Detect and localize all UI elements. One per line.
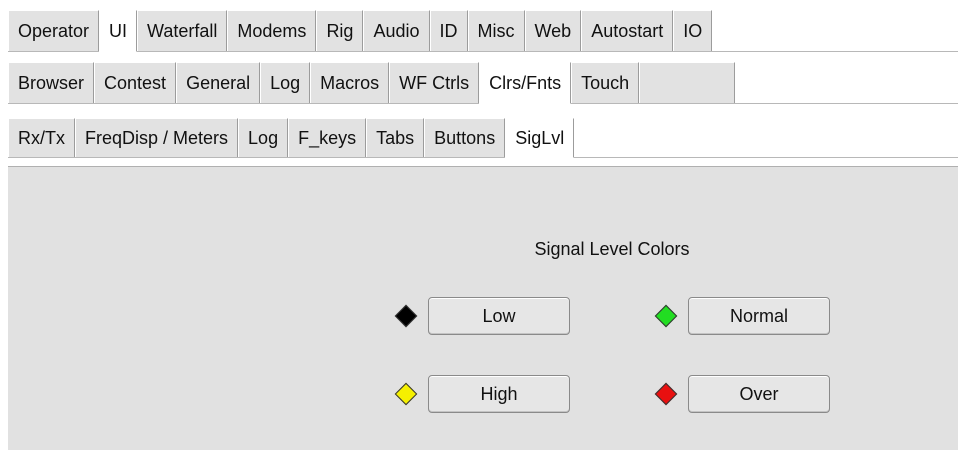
tab-clrs-fnts[interactable]: Clrs/Fnts <box>479 62 572 104</box>
tab-freqdisp-meters[interactable]: FreqDisp / Meters <box>75 118 239 157</box>
tab-ui[interactable]: UI <box>99 10 138 52</box>
tab-waterfall[interactable]: Waterfall <box>137 10 228 51</box>
high-color-control: High <box>394 375 570 413</box>
tab-bar-filler <box>639 62 736 103</box>
normal-color-swatch-icon <box>654 304 678 328</box>
tab-browser[interactable]: Browser <box>8 62 95 103</box>
tab-macros[interactable]: Macros <box>310 62 390 103</box>
tab-rx-tx[interactable]: Rx/Tx <box>8 118 75 157</box>
tab-bar-main: Operator UI Waterfall Modems Rig Audio I… <box>8 10 958 52</box>
over-color-button[interactable]: Over <box>688 375 830 413</box>
tab-io[interactable]: IO <box>673 10 713 51</box>
tab-web[interactable]: Web <box>524 10 582 51</box>
low-color-control: Low <box>394 297 570 335</box>
tab-touch[interactable]: Touch <box>571 62 640 103</box>
over-color-control: Over <box>654 375 830 413</box>
tab-id[interactable]: ID <box>429 10 468 51</box>
tab-contest[interactable]: Contest <box>94 62 177 103</box>
normal-color-button[interactable]: Normal <box>688 297 830 335</box>
tab-misc[interactable]: Misc <box>467 10 525 51</box>
tab-modems[interactable]: Modems <box>227 10 317 51</box>
tab-operator[interactable]: Operator <box>8 10 100 51</box>
tab-rig[interactable]: Rig <box>316 10 364 51</box>
tab-log[interactable]: Log <box>260 62 311 103</box>
high-color-button[interactable]: High <box>428 375 570 413</box>
signal-level-colors-title: Signal Level Colors <box>534 239 690 259</box>
tab-bar-ui: Browser Contest General Log Macros WF Ct… <box>8 62 958 104</box>
over-color-swatch-icon <box>654 382 678 406</box>
tab-siglvl[interactable]: SigLvl <box>505 118 575 158</box>
siglvl-panel: Signal Level Colors Low Normal High Over <box>8 166 958 450</box>
tab-autostart[interactable]: Autostart <box>581 10 674 51</box>
low-color-button[interactable]: Low <box>428 297 570 335</box>
tab-wf-ctrls[interactable]: WF Ctrls <box>389 62 480 103</box>
tab-general[interactable]: General <box>176 62 261 103</box>
tab-log-colors[interactable]: Log <box>238 118 289 157</box>
configuration-window: Operator UI Waterfall Modems Rig Audio I… <box>0 0 958 450</box>
low-color-swatch-icon <box>394 304 418 328</box>
tab-tabs[interactable]: Tabs <box>366 118 425 157</box>
high-color-swatch-icon <box>394 382 418 406</box>
tab-f-keys[interactable]: F_keys <box>288 118 367 157</box>
tab-buttons[interactable]: Buttons <box>424 118 506 157</box>
normal-color-control: Normal <box>654 297 830 335</box>
tab-audio[interactable]: Audio <box>363 10 430 51</box>
tab-bar-clrs-fnts: Rx/Tx FreqDisp / Meters Log F_keys Tabs … <box>8 118 958 158</box>
